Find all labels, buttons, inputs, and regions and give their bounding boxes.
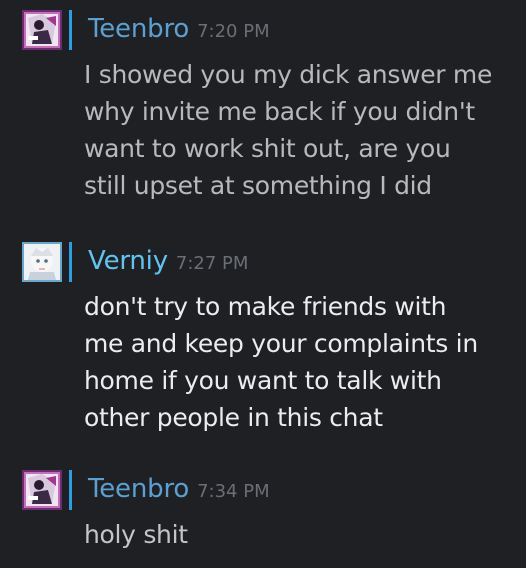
- timestamp: 7:20 PM: [197, 21, 270, 42]
- message-line: holy shit: [84, 520, 188, 549]
- avatar[interactable]: [22, 242, 62, 282]
- message-line: don't try to make friends with: [84, 292, 447, 321]
- message-header: Verniy 7:27 PM: [88, 246, 248, 276]
- username[interactable]: Verniy: [88, 246, 168, 276]
- avatar-image-icon: [22, 242, 62, 282]
- online-status-indicator: [69, 10, 72, 50]
- message-line: other people in this chat: [84, 403, 383, 432]
- message-text: holy shit: [84, 516, 524, 553]
- avatar[interactable]: [22, 10, 62, 50]
- message-line: why invite me back if you didn't: [84, 97, 475, 126]
- username[interactable]: Teenbro: [88, 474, 189, 504]
- username[interactable]: Teenbro: [88, 14, 189, 44]
- timestamp: 7:34 PM: [197, 481, 270, 502]
- online-status-indicator: [69, 470, 72, 510]
- message-line: home if you want to talk with: [84, 366, 442, 395]
- avatar-image-icon: [22, 10, 62, 50]
- timestamp: 7:27 PM: [175, 253, 249, 274]
- message-text: I showed you my dick answer me why invit…: [84, 56, 524, 204]
- chat-log: Teenbro 7:20 PM I showed you my dick answ…: [0, 0, 526, 568]
- message-line: I showed you my dick answer me: [84, 60, 493, 89]
- avatar[interactable]: [22, 470, 62, 510]
- message-line: me and keep your complaints in: [84, 329, 478, 358]
- message-text: don't try to make friends with me and ke…: [84, 288, 524, 436]
- message-header: Teenbro 7:20 PM: [88, 14, 270, 44]
- message-line: want to work shit out, are you: [84, 134, 451, 163]
- avatar-image-icon: [22, 470, 62, 510]
- message-header: Teenbro 7:34 PM: [88, 474, 270, 504]
- online-status-indicator: [69, 242, 72, 282]
- message-line: still upset at something I did: [84, 171, 432, 200]
